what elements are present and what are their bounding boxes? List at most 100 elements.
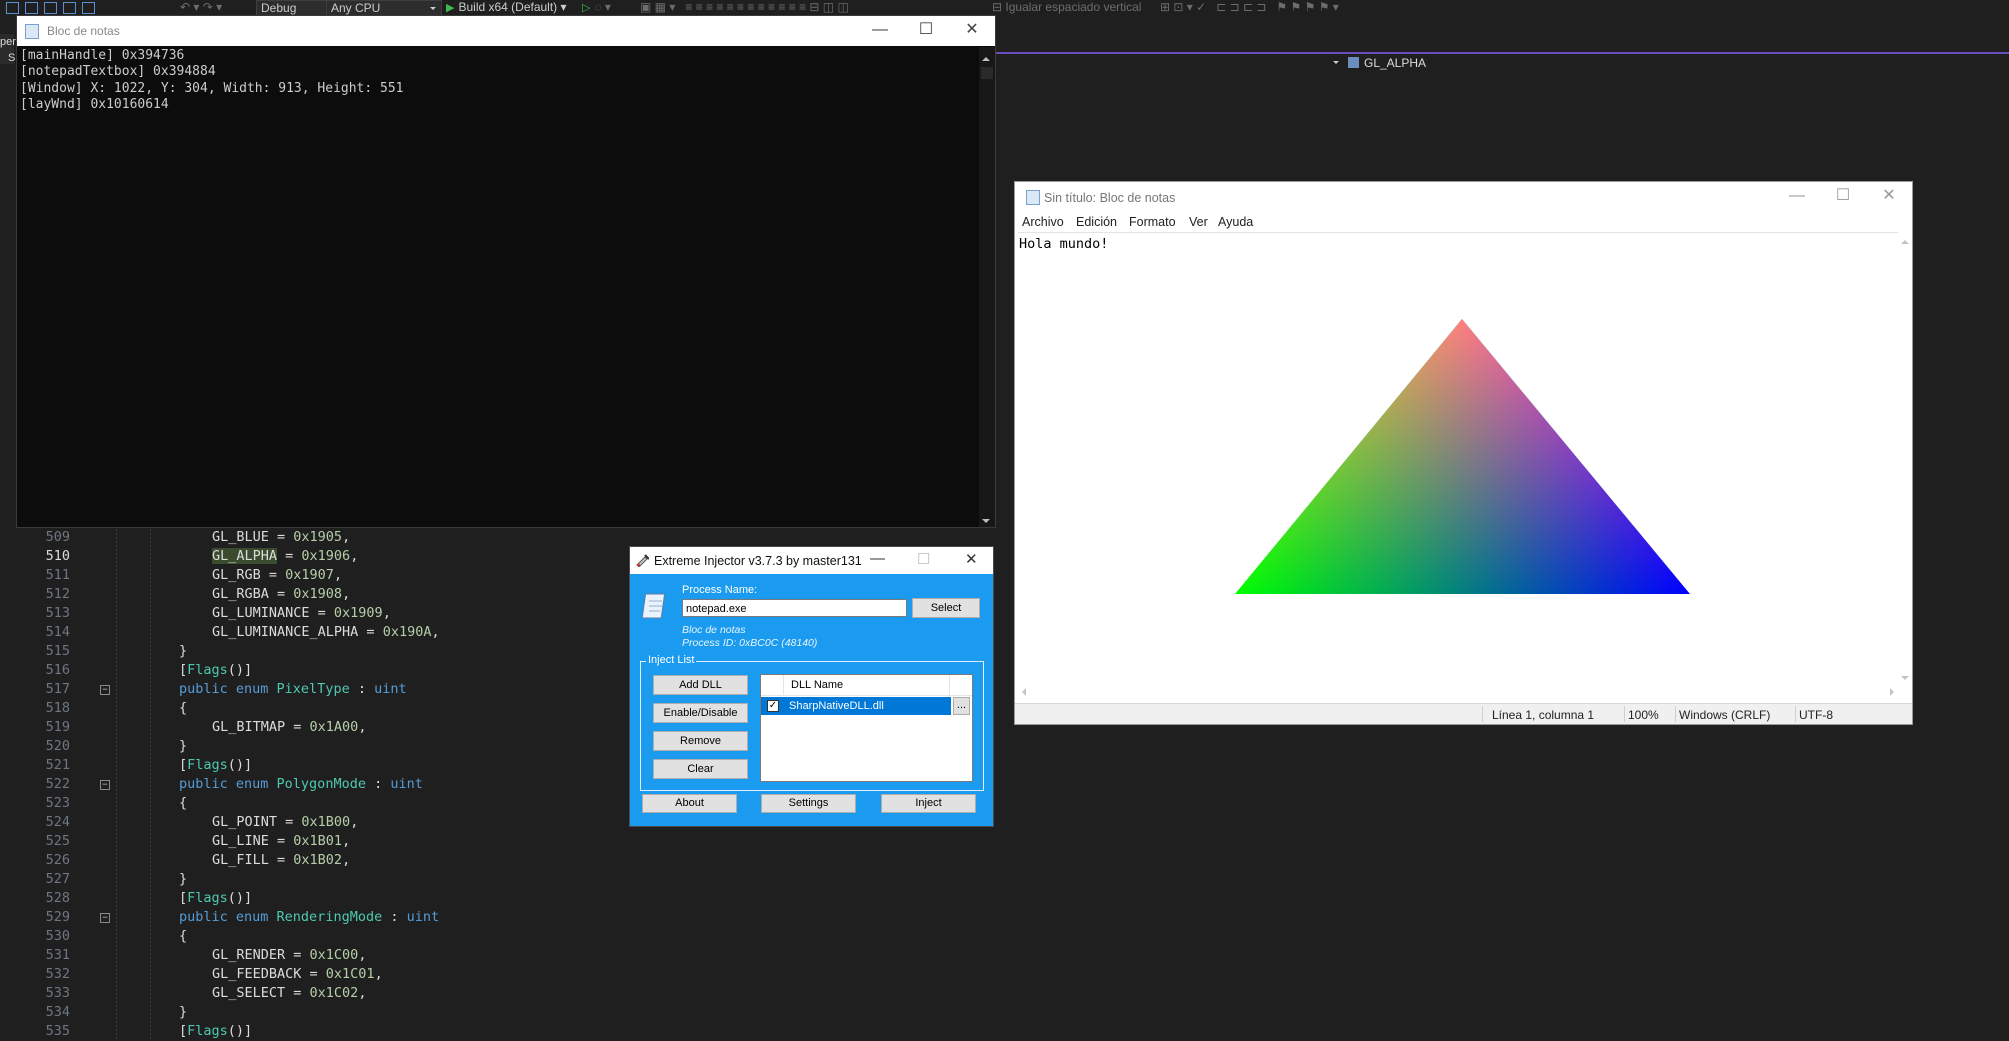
notepad-text: Hola mundo! xyxy=(1019,236,1109,252)
close-icon[interactable]: ✕ xyxy=(949,16,995,46)
enable-disable-button[interactable]: Enable/Disable xyxy=(653,703,748,723)
code-line[interactable]: 532 GL_FEEDBACK = 0x1C01, xyxy=(0,965,1000,984)
minimize-icon[interactable]: — xyxy=(1774,182,1820,212)
scroll-up-icon[interactable] xyxy=(982,53,990,61)
minimize-icon[interactable]: — xyxy=(870,550,885,567)
maximize-icon: ☐ xyxy=(917,551,931,568)
dll-row[interactable]: ✓ SharpNativeDLL.dll xyxy=(761,697,951,715)
header-divider xyxy=(949,675,950,695)
menu-ayuda[interactable]: Ayuda xyxy=(1218,215,1253,229)
notepad-horizontal-scrollbar[interactable] xyxy=(1018,686,1898,698)
toolbar-icons-right[interactable]: ⊞ ⊡ ▾ ✓ ⊏ ⊐ ⊏ ⊐ ⚑ ⚑ ⚑ ⚑ ▾ xyxy=(1160,0,1339,16)
add-dll-button[interactable]: Add DLL xyxy=(653,675,748,695)
line-number: 532 xyxy=(45,966,70,982)
toolbar-icons-middle[interactable]: ▣ ▦ ▾ ≡ ≡ ≡ ≡ ≡ ≡ ≡ ≡ ≡ ≡ ≡ ≡ ⊟ ◫ ◫ xyxy=(640,0,849,16)
code-line[interactable]: 509 GL_BLUE = 0x1905, xyxy=(0,528,1000,547)
browse-dll-button[interactable]: ... xyxy=(953,697,970,715)
about-button[interactable]: About xyxy=(642,794,737,813)
line-number: 514 xyxy=(45,624,70,640)
member-navigation-bar[interactable]: GL_ALPHA xyxy=(996,54,2009,74)
code-line[interactable]: 529− public enum RenderingMode : uint xyxy=(0,908,1000,927)
process-description: Bloc de notas xyxy=(682,624,746,636)
console-window[interactable]: Bloc de notas — ☐ ✕ [mainHandle] 0x39473… xyxy=(16,15,996,528)
status-line-ending: Windows (CRLF) xyxy=(1679,708,1771,722)
line-number: 521 xyxy=(45,757,70,773)
new-project-icon[interactable] xyxy=(25,1,38,14)
code-line[interactable]: 531 GL_RENDER = 0x1C00, xyxy=(0,946,1000,965)
nav-member-label[interactable]: GL_ALPHA xyxy=(1364,56,1426,70)
dll-name-header[interactable]: DLL Name xyxy=(791,679,843,691)
scroll-up-icon[interactable] xyxy=(1901,236,1909,244)
inject-button[interactable]: Inject xyxy=(881,794,976,813)
build-target-label: Build x64 (Default) xyxy=(458,0,558,14)
notepad-menu-bar: Archivo Edición Formato Ver Ayuda xyxy=(1015,212,1912,232)
collapse-icon[interactable]: − xyxy=(100,780,110,790)
injector-title-bar[interactable]: Extreme Injector v3.7.3 by master131 — ☐… xyxy=(630,547,993,574)
member-icon xyxy=(1348,57,1359,68)
chevron-down-icon[interactable] xyxy=(1333,61,1339,67)
code-line[interactable]: 530 { xyxy=(0,927,1000,946)
run-without-debug-icon[interactable]: ▷ ◌ ▾ xyxy=(582,0,611,16)
clear-button[interactable]: Clear xyxy=(653,759,748,779)
undo-icon[interactable]: ↶ ▾ ↷ ▾ xyxy=(180,0,222,16)
maximize-icon[interactable]: ☐ xyxy=(1820,182,1866,212)
process-id: Process ID: 0xBC0C (48140) xyxy=(682,637,818,649)
notepad-title-bar[interactable]: Sin título: Bloc de notas — ☐ ✕ xyxy=(1015,182,1912,212)
menu-edicion[interactable]: Edición xyxy=(1076,215,1117,229)
syringe-icon xyxy=(636,554,649,567)
code-line[interactable]: 528 [Flags()] xyxy=(0,889,1000,908)
scroll-thumb[interactable] xyxy=(981,67,993,79)
console-title-bar[interactable]: Bloc de notas — ☐ ✕ xyxy=(17,16,995,46)
save-icon[interactable] xyxy=(63,1,76,14)
notepad-vertical-scrollbar[interactable] xyxy=(1900,234,1910,684)
select-button[interactable]: Select xyxy=(912,598,980,618)
settings-button[interactable]: Settings xyxy=(761,794,856,813)
code-line[interactable]: 535 [Flags()] xyxy=(0,1022,1000,1041)
toolbar-icons-left[interactable] xyxy=(6,0,101,16)
dll-list[interactable]: DLL Name ✓ SharpNativeDLL.dll ... xyxy=(760,674,973,782)
line-number: 519 xyxy=(45,719,70,735)
line-number: 512 xyxy=(45,586,70,602)
line-number: 517 xyxy=(45,681,70,697)
line-number: 522 xyxy=(45,776,70,792)
process-name-input[interactable]: notepad.exe xyxy=(682,599,907,617)
scroll-down-icon[interactable] xyxy=(1901,676,1909,684)
scroll-left-icon[interactable] xyxy=(1018,688,1026,696)
close-icon[interactable]: ✕ xyxy=(965,550,978,568)
scroll-down-icon[interactable] xyxy=(982,519,990,527)
vs-side-edge: per Sl xyxy=(0,34,18,64)
platform-combo[interactable]: Any CPU xyxy=(326,0,442,16)
menu-archivo[interactable]: Archivo xyxy=(1022,215,1064,229)
code-line[interactable]: 534} xyxy=(0,1003,1000,1022)
notepad-app-icon xyxy=(25,24,39,39)
line-number: 535 xyxy=(45,1023,70,1039)
menu-ver[interactable]: Ver xyxy=(1189,215,1208,229)
close-icon[interactable]: ✕ xyxy=(1866,182,1912,212)
vs-toolbar: ↶ ▾ ↷ ▾ Debug Any CPU ▶ Build x64 (Defaul… xyxy=(0,0,2009,16)
remove-button[interactable]: Remove xyxy=(653,731,748,751)
code-line[interactable]: 527} xyxy=(0,870,1000,889)
console-scrollbar[interactable] xyxy=(979,47,995,527)
dll-checkbox[interactable]: ✓ xyxy=(767,700,779,712)
status-zoom: 100% xyxy=(1628,708,1659,722)
collapse-icon[interactable]: − xyxy=(100,685,110,695)
line-number: 516 xyxy=(45,662,70,678)
maximize-icon[interactable]: ☐ xyxy=(903,16,949,46)
inject-list-label: Inject List xyxy=(646,654,697,666)
open-icon[interactable] xyxy=(44,1,57,14)
minimize-icon[interactable]: — xyxy=(857,16,903,46)
extreme-injector-window[interactable]: Extreme Injector v3.7.3 by master131 — ☐… xyxy=(629,546,994,827)
equal-vertical-spacing[interactable]: ⊟ Igualar espaciado vertical xyxy=(992,0,1141,16)
process-name-label: Process Name: xyxy=(682,584,758,596)
menu-formato[interactable]: Formato xyxy=(1129,215,1176,229)
code-line[interactable]: 533 GL_SELECT = 0x1C02, xyxy=(0,984,1000,1003)
code-line[interactable]: 525 GL_LINE = 0x1B01, xyxy=(0,832,1000,851)
notepad-window[interactable]: Sin título: Bloc de notas — ☐ ✕ Archivo … xyxy=(1014,181,1913,725)
code-line[interactable]: 526 GL_FILL = 0x1B02, xyxy=(0,851,1000,870)
build-button[interactable]: ▶ Build x64 (Default) ▾ xyxy=(446,0,567,16)
line-number: 531 xyxy=(45,947,70,963)
dropdown-icon[interactable] xyxy=(6,1,19,14)
collapse-icon[interactable]: − xyxy=(100,913,110,923)
save-all-icon[interactable] xyxy=(82,1,95,14)
scroll-right-icon[interactable] xyxy=(1890,688,1898,696)
